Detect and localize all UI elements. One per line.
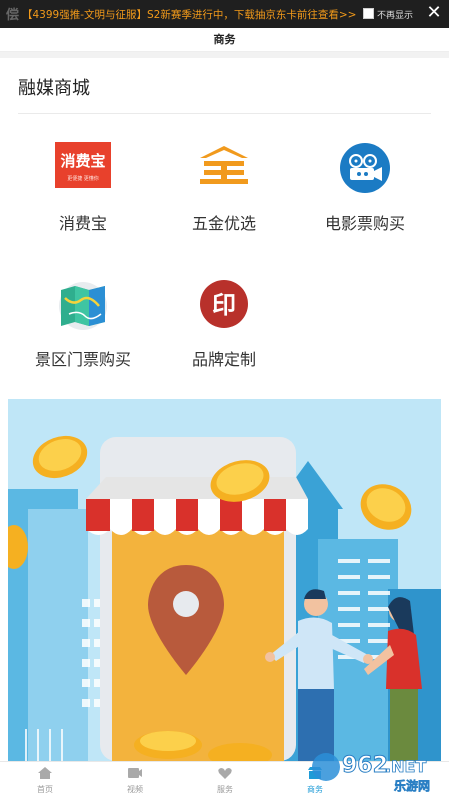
wujin-logo (200, 146, 248, 184)
section-gap (0, 52, 449, 58)
heart-icon (218, 768, 232, 779)
hide-ad-checkbox[interactable] (363, 8, 374, 19)
nav-home[interactable]: 首页 (0, 762, 90, 798)
shop-item-label: 电影票购买 (324, 214, 405, 233)
promo-banner[interactable] (8, 399, 441, 761)
nav-label: 视频 (127, 785, 143, 794)
shop-item-movie-tickets[interactable]: 电影票购买 (290, 120, 440, 233)
ad-text[interactable]: 【4399强推-文明与征服】S2新赛季进行中，下载抽京东卡前往查看>> (22, 7, 356, 22)
shop-item-label: 景区门票购买 (34, 350, 131, 369)
map-icon (59, 282, 107, 330)
logo-main-text: 消费宝 (60, 152, 105, 170)
logo-sub-text: 更便捷 更懂你 (67, 175, 99, 182)
hide-ad-label[interactable]: 不再显示 (377, 8, 413, 21)
video-icon (128, 768, 142, 778)
nav-label: 服务 (217, 785, 233, 794)
ad-background-glyph: 偿 (6, 8, 20, 23)
page-title: 商务 (213, 33, 236, 46)
header: 商务 (0, 28, 449, 52)
watermark-dotnet: .NET (385, 757, 426, 776)
brand-seal-icon: 印 (200, 280, 248, 328)
watermark-cn: 乐游网 (394, 778, 430, 793)
shop-item-label: 五金优选 (191, 214, 256, 233)
close-icon[interactable]: ✕ (425, 3, 443, 23)
nav-label: 首页 (37, 785, 53, 794)
section-title: 融媒商城 (18, 78, 90, 99)
seal-char: 印 (212, 291, 236, 319)
nav-service[interactable]: 服务 (180, 762, 270, 798)
shop-item-xiaofeibao[interactable]: 消费宝 更便捷 更懂你 消费宝 (8, 120, 158, 233)
shop-item-wujin[interactable]: 五金优选 (149, 120, 299, 233)
divider (18, 113, 431, 114)
film-projector-icon (340, 143, 390, 193)
shop-item-brand-custom[interactable]: 印 品牌定制 (149, 256, 299, 369)
watermark-logo: 962 .NET 乐游网 (312, 753, 430, 793)
shop-item-label: 品牌定制 (191, 350, 256, 369)
nav-video[interactable]: 视频 (90, 762, 180, 798)
home-icon (38, 767, 52, 779)
watermark-num: 962 (342, 753, 388, 778)
ad-banner[interactable]: 偿 【4399强推-文明与征服】S2新赛季进行中，下载抽京东卡前往查看>> 不再… (0, 0, 449, 28)
shop-item-label: 消费宝 (58, 214, 107, 233)
shopping-illustration (8, 399, 441, 761)
xiaofeibao-logo: 消费宝 更便捷 更懂你 (55, 142, 111, 188)
shop-item-scenic-tickets[interactable]: 景区门票购买 (8, 256, 158, 369)
